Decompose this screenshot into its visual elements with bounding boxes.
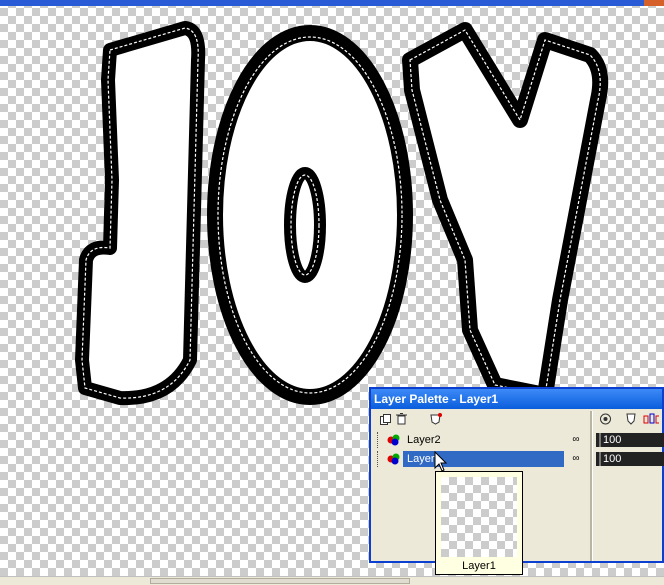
layer-thumbnail bbox=[441, 477, 517, 557]
mask-column-icon bbox=[623, 411, 639, 427]
tooltip-label: Layer1 bbox=[462, 560, 496, 572]
opacity-slider[interactable]: 100 bbox=[596, 433, 664, 447]
layer-row-layer1[interactable]: Layer1 bbox=[375, 451, 567, 467]
visibility-toggle-icon[interactable]: ∞ bbox=[567, 432, 585, 448]
link-column-icon bbox=[643, 411, 659, 427]
visibility-column-icon bbox=[597, 411, 613, 427]
raster-layer-icon bbox=[387, 453, 400, 465]
raster-layer-icon bbox=[387, 434, 400, 446]
layer-row-layer2[interactable]: Layer2 bbox=[375, 432, 567, 448]
opacity-value: 100 bbox=[603, 434, 622, 446]
letter-o bbox=[207, 25, 413, 405]
letter-y bbox=[402, 22, 609, 403]
opacity-slider[interactable]: 100 bbox=[596, 452, 664, 466]
visibility-toggle-icon[interactable]: ∞ bbox=[567, 451, 585, 467]
new-layer-icon[interactable] bbox=[377, 411, 393, 427]
layer-name: Layer2 bbox=[407, 434, 441, 446]
layer-properties-icon[interactable] bbox=[427, 411, 443, 427]
letter-j bbox=[75, 21, 206, 406]
delete-layer-icon[interactable] bbox=[393, 411, 409, 427]
mouse-cursor-icon bbox=[434, 451, 448, 472]
scrollbar-thumb[interactable] bbox=[150, 578, 410, 584]
palette-divider bbox=[590, 411, 593, 561]
palette-toolbar bbox=[371, 409, 662, 429]
layer-thumbnail-tooltip: Layer1 bbox=[435, 471, 523, 575]
opacity-value: 100 bbox=[603, 453, 622, 465]
palette-title: Layer Palette - Layer1 bbox=[371, 389, 662, 409]
